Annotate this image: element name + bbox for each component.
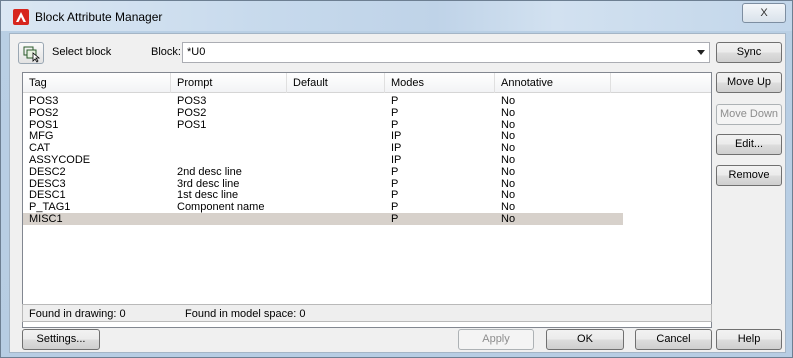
- remove-button[interactable]: Remove: [716, 165, 782, 186]
- cell-prompt: 3rd desc line: [177, 177, 240, 190]
- cell-tag: MISC1: [29, 213, 63, 225]
- cell-annotative: No: [501, 95, 516, 107]
- table-row[interactable]: DESC3 3rd desc line P No: [23, 178, 623, 190]
- cell-modes: P: [391, 118, 399, 131]
- cell-annotative: No: [501, 130, 516, 143]
- cell-tag: ASSYCODE: [29, 154, 91, 166]
- table-header: Tag Prompt Default Modes Annotative: [23, 73, 711, 93]
- cell-tag: CAT: [29, 142, 51, 155]
- table-row[interactable]: DESC2 2nd desc line P No: [23, 166, 623, 178]
- cell-prompt: POS1: [177, 118, 207, 131]
- cell-tag: DESC2: [29, 165, 66, 178]
- move-down-button[interactable]: Move Down: [716, 104, 782, 125]
- title-bar[interactable]: Block Attribute Manager X: [1, 1, 792, 31]
- table-row[interactable]: CAT IP No: [23, 142, 623, 154]
- cell-prompt: Component name: [177, 201, 265, 214]
- cell-prompt: POS2: [177, 106, 207, 119]
- select-block-button[interactable]: [18, 42, 44, 64]
- table-row[interactable]: P_TAG1 Component name P No: [23, 201, 623, 213]
- cell-annotative: No: [501, 165, 516, 178]
- sync-button[interactable]: Sync: [716, 42, 782, 63]
- table-row[interactable]: ASSYCODE IP No: [23, 154, 623, 166]
- block-dropdown[interactable]: *U0: [182, 42, 710, 63]
- cell-modes: P: [391, 177, 399, 190]
- cell-annotative: No: [501, 201, 516, 214]
- table-row[interactable]: POS1 POS1 P No: [23, 119, 623, 131]
- window-title: Block Attribute Manager: [35, 10, 163, 24]
- ok-button[interactable]: OK: [546, 329, 624, 350]
- cell-annotative: No: [501, 142, 516, 155]
- block-dropdown-value: *U0: [187, 46, 206, 58]
- cell-tag: DESC1: [29, 189, 66, 202]
- block-label: Block:: [151, 46, 181, 58]
- table-row[interactable]: MFG IP No: [23, 130, 623, 142]
- cancel-button[interactable]: Cancel: [635, 329, 712, 350]
- attribute-table[interactable]: Tag Prompt Default Modes Annotative POS3…: [22, 72, 712, 328]
- table-row[interactable]: POS3 POS3 P No: [23, 95, 623, 107]
- cell-tag: POS1: [29, 118, 59, 131]
- cell-modes: IP: [391, 130, 402, 143]
- found-in-model-space: Found in model space: 0: [185, 308, 306, 320]
- cell-tag: POS3: [29, 95, 59, 107]
- column-header-prompt[interactable]: Prompt: [171, 73, 287, 93]
- select-block-label: Select block: [52, 46, 112, 58]
- cell-annotative: No: [501, 189, 516, 202]
- apply-button[interactable]: Apply: [458, 329, 534, 350]
- cell-modes: IP: [391, 154, 402, 166]
- cell-modes: IP: [391, 142, 402, 155]
- table-row[interactable]: MISC1 P No: [23, 213, 623, 225]
- dialog-content: Select block Block: *U0 Sync Move Up Mov…: [9, 33, 786, 353]
- cell-modes: P: [391, 213, 399, 225]
- cell-prompt: 2nd desc line: [177, 165, 242, 178]
- cell-modes: P: [391, 95, 399, 107]
- cell-modes: P: [391, 106, 399, 119]
- move-up-button[interactable]: Move Up: [716, 72, 782, 93]
- status-bar: Found in drawing: 0 Found in model space…: [22, 304, 712, 322]
- cell-modes: P: [391, 165, 399, 178]
- cell-annotative: No: [501, 213, 516, 225]
- settings-button[interactable]: Settings...: [22, 329, 100, 350]
- column-header-default[interactable]: Default: [287, 73, 385, 93]
- cell-annotative: No: [501, 106, 516, 119]
- column-header-annotative[interactable]: Annotative: [495, 73, 611, 93]
- autocad-logo-icon: [13, 9, 29, 25]
- cell-annotative: No: [501, 118, 516, 131]
- cell-tag: P_TAG1: [29, 201, 71, 214]
- cell-prompt: 1st desc line: [177, 189, 239, 202]
- cell-modes: P: [391, 201, 399, 214]
- column-header-modes[interactable]: Modes: [385, 73, 495, 93]
- table-row[interactable]: DESC1 1st desc line P No: [23, 189, 623, 201]
- cell-tag: MFG: [29, 130, 54, 143]
- column-header-tag[interactable]: Tag: [23, 73, 171, 93]
- help-button[interactable]: Help: [716, 329, 782, 350]
- select-block-icon: [23, 46, 41, 63]
- cell-tag: DESC3: [29, 177, 66, 190]
- cell-annotative: No: [501, 154, 516, 166]
- block-attribute-manager-window: Block Attribute Manager X Select block B…: [0, 0, 793, 358]
- edit-button[interactable]: Edit...: [716, 134, 782, 155]
- table-row[interactable]: POS2 POS2 P No: [23, 107, 623, 119]
- cell-annotative: No: [501, 177, 516, 190]
- cell-prompt: POS3: [177, 95, 207, 107]
- cell-modes: P: [391, 189, 399, 202]
- found-in-drawing: Found in drawing: 0: [29, 308, 126, 320]
- close-button[interactable]: X: [742, 3, 786, 23]
- cell-tag: POS2: [29, 106, 59, 119]
- chevron-down-icon[interactable]: [697, 50, 705, 55]
